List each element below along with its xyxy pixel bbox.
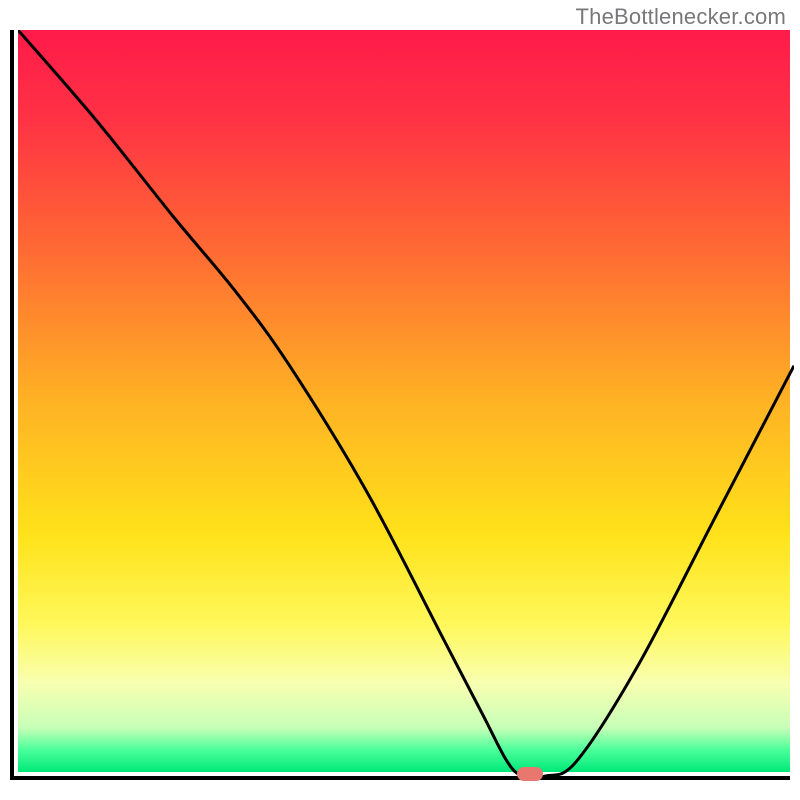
watermark-text: TheBottlenecker.com xyxy=(576,4,786,30)
bottleneck-curve xyxy=(18,30,794,776)
optimal-marker xyxy=(517,767,543,781)
plot-area xyxy=(10,30,790,780)
curve-path xyxy=(18,30,794,776)
bottleneck-chart xyxy=(10,30,790,790)
